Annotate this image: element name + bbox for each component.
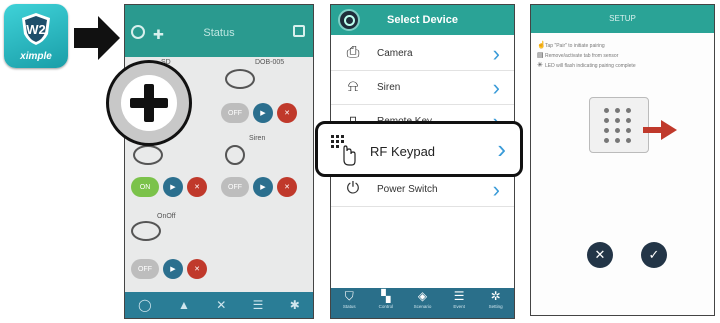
play-button[interactable]: ▶ — [163, 177, 183, 197]
device-item-label: Power Switch — [377, 184, 438, 195]
pairing-step: ☝Tap "Pair" to initiate pairing — [537, 42, 605, 49]
edit-icon[interactable] — [293, 25, 305, 37]
play-button[interactable]: ▶ — [253, 103, 273, 123]
off-button[interactable]: OFF — [221, 103, 249, 123]
keypad-icon — [331, 135, 356, 166]
stop-button[interactable]: ✕ — [277, 177, 297, 197]
nav-status-icon[interactable]: ◯ — [138, 298, 151, 312]
chevron-right-icon: › — [497, 134, 506, 164]
camera-icon: ⎙ — [346, 44, 360, 61]
plug-device-icon — [131, 221, 161, 241]
control-icon: ▚ — [381, 289, 391, 303]
bottom-nav: ◯ ▲ ✕ ☰ ✱ — [125, 292, 313, 318]
device-item-power-switch[interactable]: ⏻ Power Switch › — [331, 173, 514, 207]
on-button[interactable]: ON — [131, 177, 159, 197]
pairing-step: ✳ LED will flash indicating pairing compl… — [537, 62, 636, 69]
bottom-nav: ⛉ Status ▚ Control ◈ Scenario ☰ Event ✲ Setti… — [331, 288, 514, 318]
device-item-label: Siren — [377, 82, 401, 93]
power-switch-icon: ⏻ — [346, 180, 360, 197]
off-button[interactable]: OFF — [221, 177, 249, 197]
stop-button[interactable]: ✕ — [277, 103, 297, 123]
nav-scenario-icon[interactable]: ✕ — [216, 298, 226, 312]
app-icon[interactable]: W2 ximple — [4, 4, 68, 68]
device-controls: OFF ▶ ✕ — [221, 103, 297, 123]
chevron-right-icon: › — [492, 41, 500, 66]
cancel-button[interactable]: ✕ — [587, 242, 613, 268]
scenario-icon: ◈ — [417, 289, 428, 303]
shield-logo-icon: W2 — [22, 13, 50, 45]
stop-button[interactable]: ✕ — [187, 177, 207, 197]
pair-button[interactable]: ✓ — [641, 242, 667, 268]
nav-control[interactable]: ▚ Control — [371, 288, 401, 318]
device-controls: OFF ▶ ✕ — [131, 259, 207, 279]
app-brand-label: ximple — [20, 51, 52, 62]
nav-setting[interactable]: ✲ Setting — [481, 288, 511, 318]
pull-tab-arrow-icon — [643, 120, 677, 140]
nav-scenario[interactable]: ◈ Scenario — [407, 288, 437, 318]
stop-button[interactable]: ✕ — [187, 259, 207, 279]
camera-device-icon — [225, 69, 255, 89]
play-button[interactable]: ▶ — [253, 177, 273, 197]
plug-device-icon — [133, 145, 163, 165]
nav-setting-icon[interactable]: ✱ — [290, 298, 300, 312]
siren-device-icon — [225, 145, 245, 165]
device-item-camera[interactable]: ⎙ Camera › — [331, 37, 514, 71]
pairing-header: SETUP — [531, 5, 714, 33]
status-screen: ✚ Status SD DOB-005 OFF ▶ ✕ Siren ON ▶ ✕… — [124, 4, 314, 319]
svg-text:W2: W2 — [26, 22, 46, 37]
pairing-step: ▤Remove/activate tab from sensor — [537, 52, 619, 59]
select-device-header: Select Device — [331, 5, 514, 35]
status-title: Status — [203, 27, 235, 39]
pairing-screen: SETUP ☝Tap "Pair" to initiate pairing ▤R… — [530, 4, 715, 316]
plus-icon — [121, 75, 177, 131]
off-button[interactable]: OFF — [131, 259, 159, 279]
select-device-title: Select Device — [387, 14, 458, 26]
step-arrow-icon — [74, 16, 120, 60]
add-device-zoom-callout — [106, 60, 192, 146]
device-label: DOB-005 — [255, 59, 285, 66]
keypad-illustration — [589, 97, 649, 153]
device-controls: ON ▶ ✕ — [131, 177, 207, 197]
tab-icon: ▤ — [537, 52, 544, 59]
nav-status[interactable]: ⛉ Status — [334, 288, 364, 318]
play-button[interactable]: ▶ — [163, 259, 183, 279]
nav-event[interactable]: ☰ Event — [444, 288, 474, 318]
device-controls: OFF ▶ ✕ — [221, 177, 297, 197]
gear-icon: ✲ — [490, 289, 501, 303]
rf-keypad-label: RF Keypad — [370, 144, 436, 159]
chevron-right-icon: › — [492, 75, 500, 100]
pairing-title: SETUP — [609, 14, 636, 23]
rf-keypad-callout[interactable]: RF Keypad › — [315, 121, 523, 177]
device-label: OnOff — [157, 213, 176, 220]
shield-icon: ⛉ — [344, 289, 354, 303]
nav-event-icon[interactable]: ☰ — [253, 298, 264, 312]
event-list-icon: ☰ — [453, 289, 465, 303]
device-label: Siren — [249, 135, 266, 142]
status-header: ✚ Status — [125, 5, 313, 57]
device-item-siren[interactable]: ⍾ Siren › — [331, 71, 514, 105]
device-item-label: Camera — [377, 48, 413, 59]
siren-icon: ⍾ — [347, 78, 359, 95]
nav-control-icon[interactable]: ▲ — [178, 298, 190, 312]
chevron-right-icon: › — [492, 177, 500, 202]
led-icon: ✳ — [537, 62, 543, 69]
tap-icon: ☝ — [537, 42, 546, 49]
